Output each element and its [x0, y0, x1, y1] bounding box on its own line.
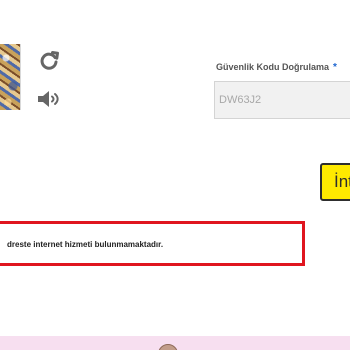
captcha-label: Güvenlik Kodu Doğrulama * [216, 62, 337, 73]
required-mark: * [333, 62, 337, 73]
speaker-icon[interactable] [36, 88, 62, 110]
captcha-check-page: Güvenlik Kodu Doğrulama* İnt dreste inte… [0, 0, 350, 350]
result-message-box: dreste internet hizmeti bulunmamaktadır. [0, 221, 305, 266]
captcha-input[interactable] [214, 81, 350, 119]
result-message: dreste internet hizmeti bulunmamaktadır. [7, 240, 164, 249]
submit-button-label: İnt [334, 172, 350, 191]
submit-button[interactable]: İnt [320, 163, 350, 201]
captcha-image [0, 44, 21, 110]
refresh-icon[interactable] [38, 49, 60, 71]
captcha-label-text: Güvenlik Kodu Doğrulama [216, 62, 330, 72]
